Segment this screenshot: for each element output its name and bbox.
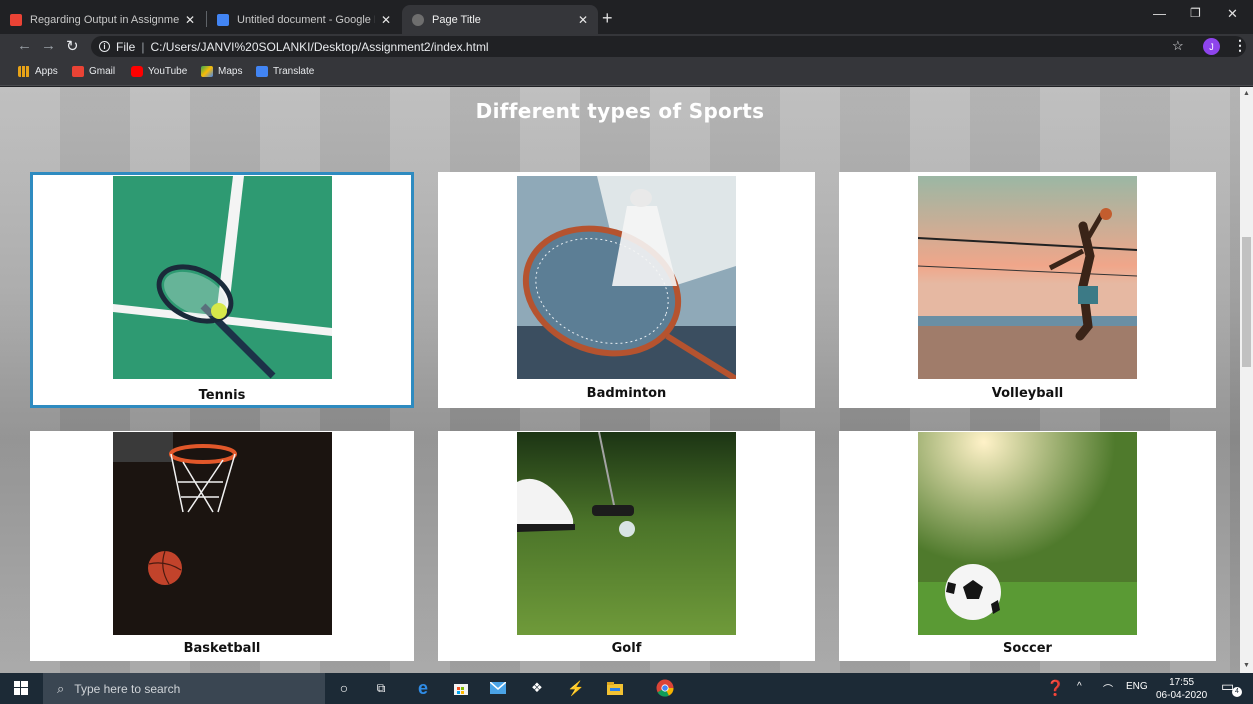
globe-icon bbox=[412, 13, 424, 26]
maps-icon bbox=[201, 66, 213, 77]
window-close-icon[interactable]: ✕ bbox=[1227, 6, 1238, 22]
system-clock[interactable]: 17:55 06-04-2020 bbox=[1156, 676, 1207, 702]
close-icon[interactable]: ✕ bbox=[381, 13, 391, 27]
minimize-icon[interactable]: — bbox=[1153, 6, 1166, 21]
bookmark-label: Maps bbox=[218, 66, 243, 77]
mail-icon[interactable] bbox=[489, 679, 507, 697]
tab-label: Page Title bbox=[432, 13, 481, 26]
page-viewport: Different types of Sports Tennis Badmint… bbox=[0, 87, 1240, 673]
url-text: C:/Users/JANVI%20SOLANKI/Desktop/Assignm… bbox=[150, 39, 489, 54]
clock-time: 17:55 bbox=[1169, 677, 1195, 688]
edge-icon[interactable]: e bbox=[414, 678, 432, 698]
sport-card-soccer[interactable]: Soccer bbox=[839, 431, 1216, 661]
gmail-icon bbox=[72, 66, 84, 77]
chevron-up-icon[interactable]: ^ bbox=[1077, 681, 1082, 692]
close-icon[interactable]: ✕ bbox=[578, 13, 588, 27]
language-indicator[interactable]: ENG bbox=[1126, 681, 1148, 692]
divider: | bbox=[141, 39, 145, 54]
tab-strip: Regarding Output in Assignment ✕ Untitle… bbox=[0, 0, 1253, 34]
bookmark-star-icon[interactable]: ☆ bbox=[1172, 38, 1184, 54]
notification-count-badge: 4 bbox=[1232, 687, 1242, 697]
badminton-image bbox=[517, 176, 736, 379]
tab-page-title[interactable]: Page Title ✕ bbox=[402, 5, 598, 34]
avatar[interactable]: J bbox=[1203, 38, 1220, 55]
bookmark-apps[interactable]: Apps bbox=[18, 66, 58, 77]
tab-gmail[interactable]: Regarding Output in Assignment ✕ bbox=[0, 5, 205, 34]
bookmark-label: Gmail bbox=[89, 66, 116, 77]
docs-icon bbox=[217, 13, 229, 26]
translate-icon bbox=[256, 66, 268, 77]
help-icon[interactable]: ❓ bbox=[1046, 679, 1065, 697]
card-caption: Soccer bbox=[1003, 641, 1052, 656]
task-view-icon[interactable]: ⧉ bbox=[372, 679, 390, 697]
scroll-down-icon[interactable]: ▼ bbox=[1243, 662, 1250, 669]
volleyball-image bbox=[918, 176, 1137, 379]
browser-toolbar: ← → ↻ i File | C:/Users/JANVI%20SOLANKI/… bbox=[0, 34, 1253, 59]
gmail-icon bbox=[10, 13, 22, 26]
bookmark-label: YouTube bbox=[148, 66, 188, 77]
sport-card-volleyball[interactable]: Volleyball bbox=[839, 172, 1216, 408]
tab-label: Regarding Output in Assignment bbox=[30, 13, 179, 26]
apps-grid-icon bbox=[18, 66, 30, 77]
store-icon[interactable] bbox=[452, 679, 470, 697]
bookmark-label: Translate bbox=[273, 66, 315, 77]
file-explorer-icon[interactable] bbox=[606, 679, 624, 697]
sport-card-tennis[interactable]: Tennis bbox=[30, 172, 414, 408]
info-icon[interactable]: i bbox=[99, 41, 110, 52]
bookmark-label: Apps bbox=[35, 66, 58, 77]
bookmark-maps[interactable]: Maps bbox=[201, 66, 242, 77]
dropbox-icon[interactable]: ❖ bbox=[528, 679, 546, 697]
page-scrollbar[interactable]: ▲ ▼ bbox=[1240, 87, 1253, 673]
card-caption: Basketball bbox=[183, 641, 261, 656]
card-caption: Volleyball bbox=[991, 386, 1064, 401]
maximize-icon[interactable]: ❐ bbox=[1190, 6, 1201, 20]
search-placeholder: Type here to search bbox=[74, 681, 181, 696]
windows-start-icon[interactable] bbox=[12, 679, 30, 697]
scroll-up-icon[interactable]: ▲ bbox=[1243, 90, 1250, 97]
chrome-icon[interactable] bbox=[656, 679, 674, 697]
soccer-image bbox=[918, 432, 1137, 635]
basketball-image bbox=[113, 432, 332, 635]
sport-card-badminton[interactable]: Badminton bbox=[438, 172, 815, 408]
clock-date: 06-04-2020 bbox=[1156, 690, 1208, 701]
back-icon[interactable]: ← bbox=[17, 37, 32, 54]
card-caption: Golf bbox=[611, 641, 642, 656]
url-scheme: File bbox=[116, 39, 136, 54]
bookmark-gmail[interactable]: Gmail bbox=[72, 66, 115, 77]
address-bar[interactable]: i File | C:/Users/JANVI%20SOLANKI/Deskto… bbox=[91, 36, 1246, 57]
sport-card-basketball[interactable]: Basketball bbox=[30, 431, 414, 661]
page-title: Different types of Sports bbox=[475, 99, 765, 123]
tab-label: Untitled document - Google Doc bbox=[237, 13, 375, 26]
taskbar-search-input[interactable]: ⌕ Type here to search bbox=[43, 673, 325, 704]
golf-image bbox=[517, 432, 736, 635]
search-icon: ⌕ bbox=[57, 680, 65, 696]
bookmark-translate[interactable]: Translate bbox=[256, 66, 314, 77]
forward-icon[interactable]: → bbox=[41, 37, 56, 54]
card-caption: Badminton bbox=[586, 386, 667, 401]
windows-taskbar: ⌕ Type here to search ○ ⧉ e ❖ ⚡ ❓ ^ ⌒ EN… bbox=[0, 673, 1253, 704]
youtube-icon bbox=[131, 66, 143, 77]
wifi-icon[interactable]: ⌒ bbox=[1103, 681, 1113, 696]
tab-docs[interactable]: Untitled document - Google Doc ✕ bbox=[207, 5, 401, 34]
sport-card-golf[interactable]: Golf bbox=[438, 431, 815, 661]
scrollbar-thumb[interactable] bbox=[1242, 237, 1251, 367]
pinned-app-icon[interactable]: ⚡ bbox=[567, 679, 585, 697]
menu-icon[interactable]: ⋮ bbox=[1233, 37, 1247, 54]
cortana-icon[interactable]: ○ bbox=[335, 679, 353, 697]
card-caption: Tennis bbox=[198, 388, 246, 403]
new-tab-button[interactable]: + bbox=[602, 8, 613, 29]
bookmark-youtube[interactable]: YouTube bbox=[131, 66, 187, 77]
reload-icon[interactable]: ↻ bbox=[66, 37, 79, 55]
tennis-image bbox=[113, 176, 332, 379]
close-icon[interactable]: ✕ bbox=[185, 13, 195, 27]
bookmarks-bar: Apps Gmail YouTube Maps Translate bbox=[0, 59, 1253, 86]
